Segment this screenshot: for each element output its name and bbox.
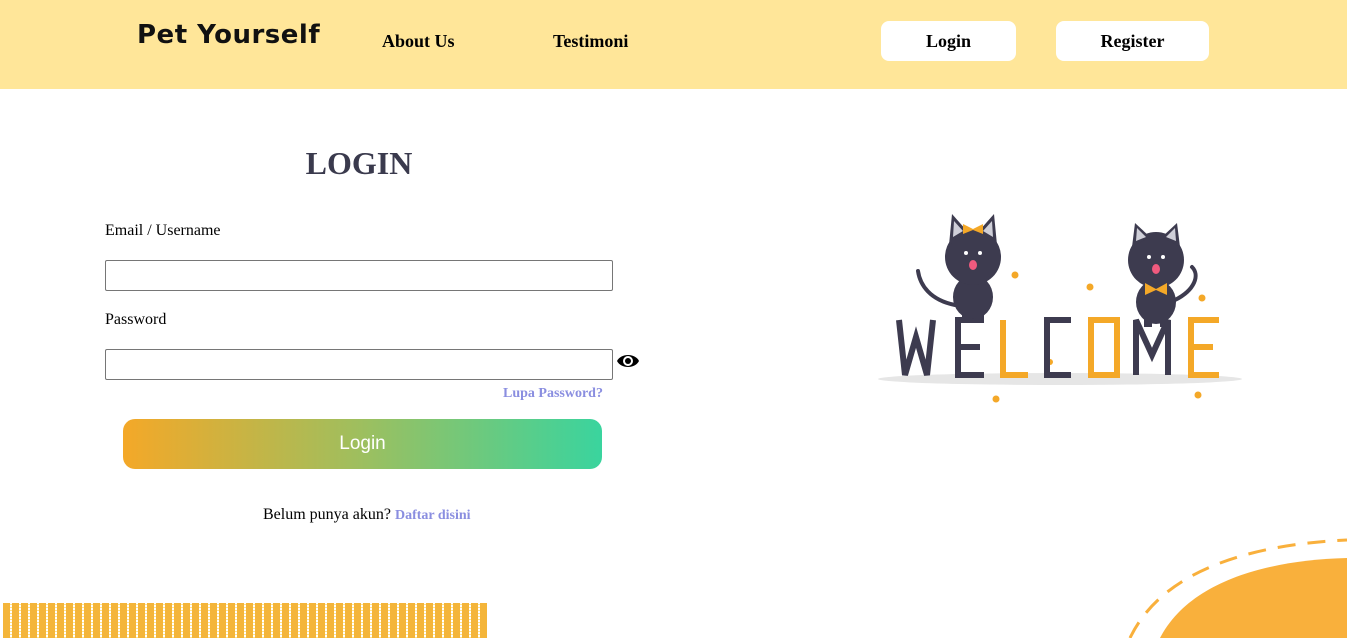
header-login-button[interactable]: Login — [881, 21, 1016, 61]
nav-testimoni[interactable]: Testimoni — [553, 31, 628, 52]
email-label: Email / Username — [105, 222, 221, 239]
signup-link[interactable]: Daftar disini — [395, 508, 471, 523]
eye-icon[interactable] — [616, 351, 640, 371]
header-register-button[interactable]: Register — [1056, 21, 1209, 61]
signup-prompt-text: Belum punya akun? — [263, 506, 391, 523]
password-label: Password — [105, 311, 167, 328]
nav-about-us[interactable]: About Us — [382, 31, 455, 52]
decorative-corner-shape — [1128, 538, 1347, 638]
email-input[interactable] — [105, 260, 613, 291]
login-title: LOGIN — [305, 145, 413, 181]
login-submit-button[interactable]: Login — [123, 419, 602, 469]
decorative-stripes — [3, 603, 487, 638]
top-navbar: Pet Yourself About Us Testimoni Login Re… — [0, 0, 1347, 89]
brand-logo[interactable]: Pet Yourself — [137, 20, 320, 50]
welcome-cats-illustration — [878, 214, 1242, 403]
forgot-password-link[interactable]: Lupa Password? — [503, 386, 603, 402]
password-input[interactable] — [105, 349, 613, 380]
signup-prompt: Belum punya akun? Daftar disini — [263, 506, 471, 524]
